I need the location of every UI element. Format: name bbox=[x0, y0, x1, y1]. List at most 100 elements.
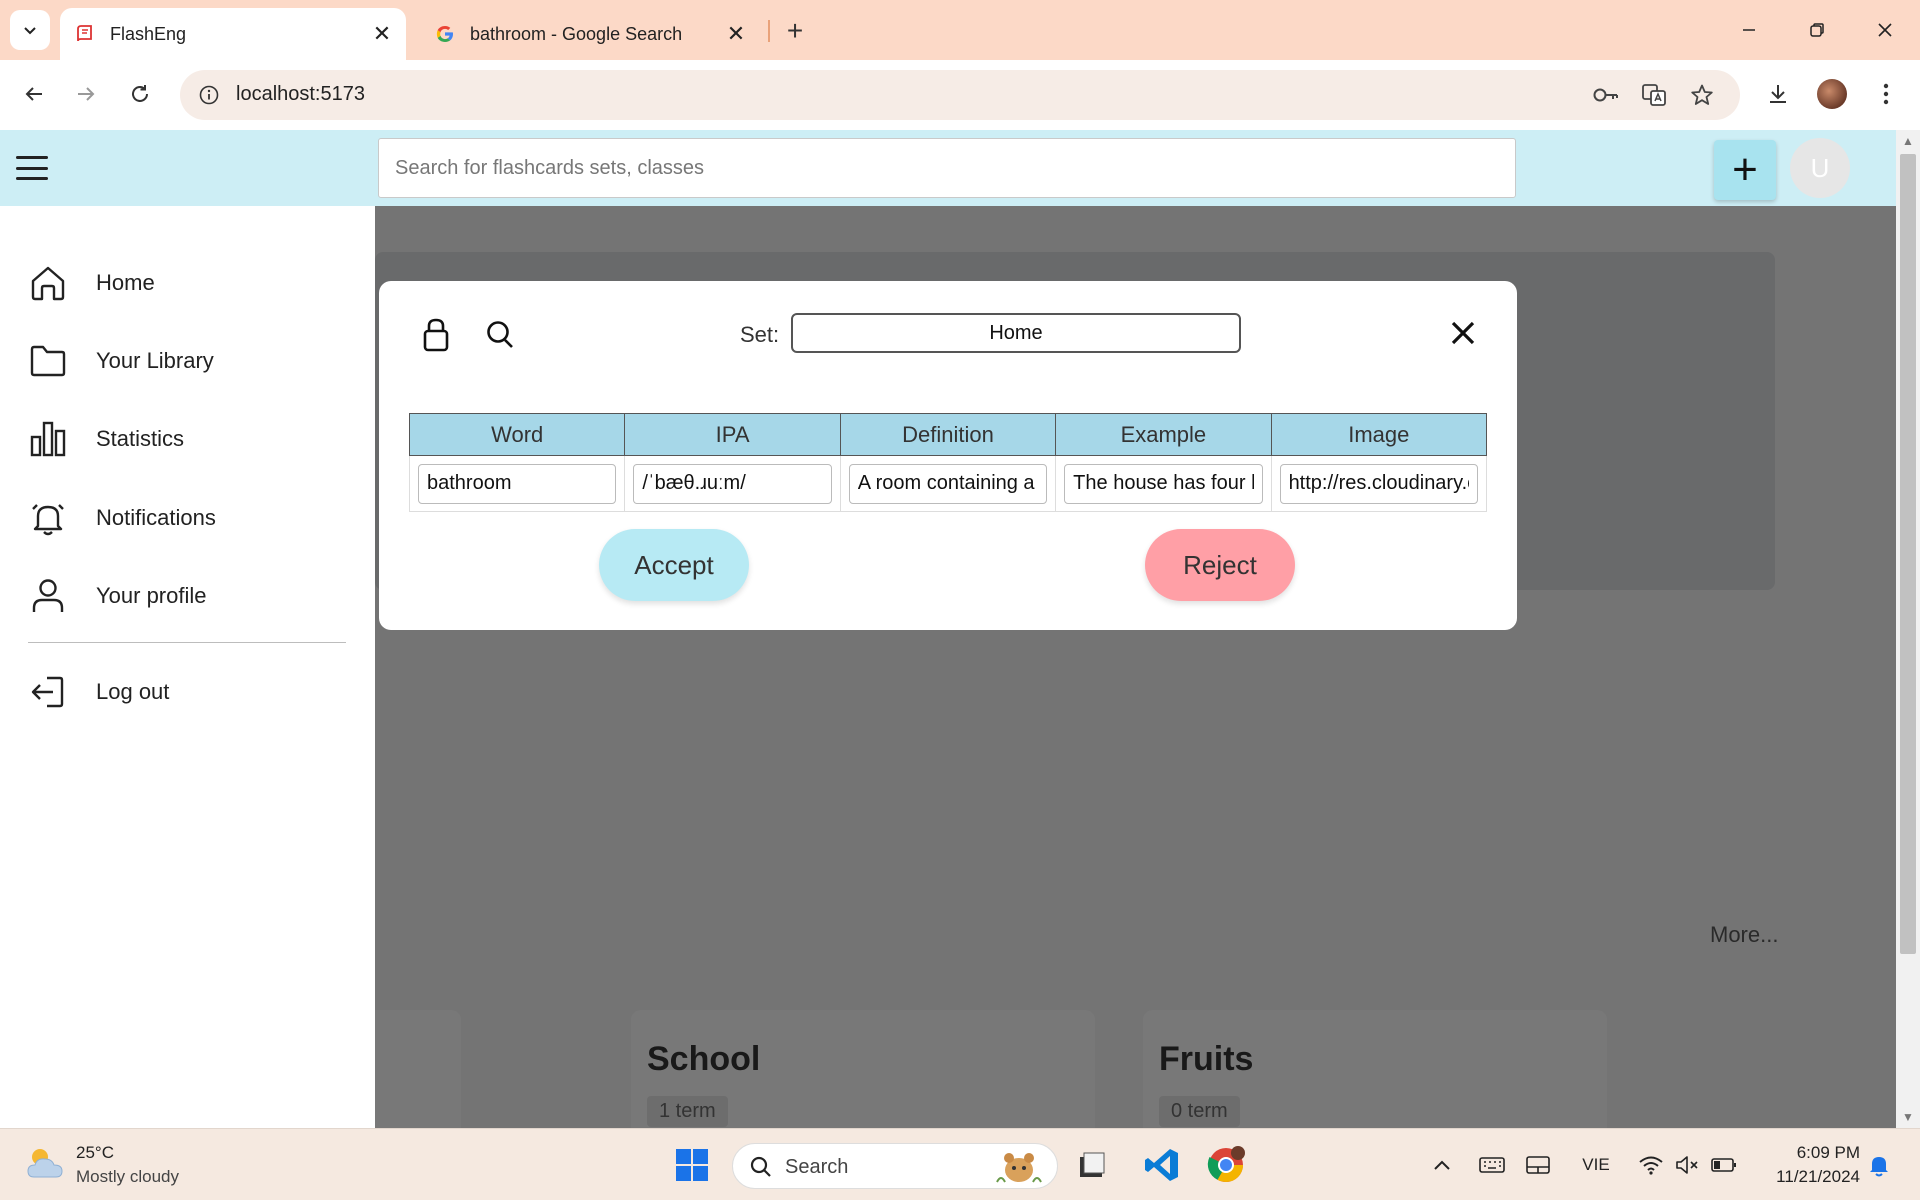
sidebar-item-label: Your profile bbox=[96, 583, 207, 608]
home-icon bbox=[28, 263, 68, 303]
taskbar-app-file-explorer[interactable] bbox=[1068, 1141, 1116, 1189]
sidebar-item-your-profile[interactable]: Your profile bbox=[28, 566, 348, 626]
more-vertical-icon bbox=[1883, 83, 1889, 105]
definition-cell bbox=[839, 455, 1057, 512]
column-header-image: Image bbox=[1270, 413, 1488, 456]
sidebar-item-log-out[interactable]: Log out bbox=[28, 662, 348, 722]
taskbar-app-vscode[interactable] bbox=[1138, 1141, 1186, 1189]
browser-tab-bar: FlashEng ✕ bathroom - Google Search ✕ + bbox=[0, 0, 1920, 60]
notification-bell-icon[interactable] bbox=[1864, 1151, 1894, 1179]
table-header-row: Word IPA Definition Example Image bbox=[408, 413, 1488, 456]
close-window-button[interactable] bbox=[1862, 10, 1908, 50]
start-button[interactable] bbox=[668, 1141, 716, 1189]
word-cell bbox=[408, 455, 626, 512]
tab-title: bathroom - Google Search bbox=[470, 23, 683, 44]
accept-button[interactable]: Accept bbox=[599, 529, 749, 601]
battery-icon[interactable] bbox=[1708, 1151, 1740, 1179]
example-input[interactable] bbox=[1064, 463, 1263, 504]
sidebar-item-label: Notifications bbox=[96, 505, 216, 530]
tab-separator bbox=[768, 20, 770, 42]
user-avatar[interactable]: U bbox=[1790, 138, 1850, 198]
wifi-icon[interactable] bbox=[1636, 1151, 1666, 1179]
taskbar-app-chrome[interactable] bbox=[1202, 1141, 1250, 1189]
close-icon[interactable] bbox=[1449, 319, 1477, 347]
column-header-example: Example bbox=[1055, 413, 1272, 456]
set-name-input[interactable] bbox=[791, 313, 1241, 353]
set-label: Set: bbox=[740, 322, 780, 347]
column-header-word: Word bbox=[408, 413, 626, 456]
chrome-icon bbox=[1207, 1146, 1245, 1182]
tab-google-search[interactable]: bathroom - Google Search ✕ bbox=[420, 8, 760, 60]
menu-icon[interactable] bbox=[16, 152, 48, 184]
close-tab-icon[interactable]: ✕ bbox=[368, 20, 396, 48]
minimize-button[interactable] bbox=[1726, 10, 1772, 50]
ipa-input[interactable] bbox=[633, 463, 832, 504]
reload-button[interactable] bbox=[120, 74, 160, 114]
example-cell bbox=[1055, 455, 1272, 512]
taskbar-search[interactable]: Search bbox=[732, 1143, 1058, 1189]
password-key-icon[interactable] bbox=[1590, 80, 1622, 110]
browser-menu-button[interactable] bbox=[1866, 74, 1906, 114]
url-text: localhost:5173 bbox=[236, 83, 365, 105]
arrow-right-icon bbox=[78, 87, 95, 101]
sidebar-item-notifications[interactable]: Notifications bbox=[28, 488, 348, 548]
google-favicon-icon bbox=[434, 23, 456, 45]
lock-icon[interactable] bbox=[421, 317, 451, 353]
minimize-icon bbox=[1743, 29, 1755, 31]
clock-time[interactable]: 6:09 PM bbox=[1760, 1143, 1860, 1163]
volume-muted-icon[interactable] bbox=[1672, 1151, 1702, 1179]
weather-temperature: 25°C bbox=[76, 1143, 114, 1162]
search-highlight-icon bbox=[996, 1153, 1042, 1183]
sidebar-item-statistics[interactable]: Statistics bbox=[28, 409, 348, 469]
translate-icon[interactable] bbox=[1638, 80, 1670, 110]
add-button[interactable]: + bbox=[1714, 140, 1776, 200]
scroll-down-arrow-icon[interactable]: ▼ bbox=[1900, 1110, 1916, 1124]
add-term-modal: Set: Word IPA Definition Example Image A… bbox=[379, 281, 1517, 630]
restore-button[interactable] bbox=[1794, 10, 1840, 50]
terminal-app-icon bbox=[1080, 1152, 1105, 1177]
bookmark-star-icon[interactable] bbox=[1686, 80, 1718, 110]
restore-icon bbox=[1810, 23, 1824, 37]
search-icon[interactable] bbox=[485, 319, 515, 351]
sidebar-item-home[interactable]: Home bbox=[28, 253, 348, 313]
close-tab-icon[interactable]: ✕ bbox=[722, 20, 750, 48]
keyboard-icon[interactable] bbox=[1476, 1151, 1508, 1179]
tab-flasheng[interactable]: FlashEng ✕ bbox=[60, 8, 406, 60]
profile-button[interactable] bbox=[1812, 74, 1852, 114]
page-scrollbar[interactable]: ▲ ▼ bbox=[1896, 130, 1920, 1128]
sidebar-divider bbox=[28, 642, 346, 643]
vscode-icon bbox=[1145, 1149, 1178, 1181]
language-indicator[interactable]: VIE bbox=[1576, 1151, 1616, 1179]
definition-input[interactable] bbox=[848, 463, 1048, 504]
site-info-icon[interactable] bbox=[194, 80, 224, 110]
sidebar-item-your-library[interactable]: Your Library bbox=[28, 331, 348, 391]
new-tab-button[interactable]: + bbox=[778, 14, 812, 48]
forward-button[interactable] bbox=[66, 74, 106, 114]
windows-taskbar: 25°C Mostly cloudy Search VIE 6:09 PM 11… bbox=[0, 1128, 1920, 1200]
display-icon[interactable] bbox=[1522, 1151, 1554, 1179]
ipa-cell bbox=[624, 455, 841, 512]
windows-logo-icon bbox=[676, 1149, 708, 1181]
downloads-button[interactable] bbox=[1758, 74, 1798, 114]
browser-toolbar: localhost:5173 bbox=[0, 60, 1920, 130]
search-input[interactable] bbox=[378, 138, 1516, 198]
reject-button[interactable]: Reject bbox=[1145, 529, 1295, 601]
scroll-up-arrow-icon[interactable]: ▲ bbox=[1900, 134, 1916, 148]
image-cell bbox=[1270, 455, 1488, 512]
chevron-down-icon bbox=[24, 27, 36, 35]
flasheng-favicon-icon bbox=[74, 23, 96, 45]
search-icon bbox=[750, 1156, 771, 1177]
weather-cloudy-icon[interactable] bbox=[24, 1143, 68, 1183]
weather-description: Mostly cloudy bbox=[76, 1167, 179, 1186]
back-button[interactable] bbox=[14, 74, 54, 114]
sidebar: Home Your Library Statistics Notificatio… bbox=[0, 206, 375, 1128]
word-input[interactable] bbox=[418, 463, 617, 504]
clock-date[interactable]: 11/21/2024 bbox=[1740, 1167, 1860, 1187]
logout-icon bbox=[28, 672, 68, 712]
tab-search-button[interactable] bbox=[10, 10, 50, 50]
tray-overflow-chevron-icon[interactable] bbox=[1428, 1151, 1456, 1179]
scrollbar-thumb[interactable] bbox=[1900, 154, 1916, 954]
sidebar-item-label: Statistics bbox=[96, 426, 185, 451]
address-bar[interactable]: localhost:5173 bbox=[180, 70, 1740, 120]
image-url-input[interactable] bbox=[1279, 463, 1478, 504]
